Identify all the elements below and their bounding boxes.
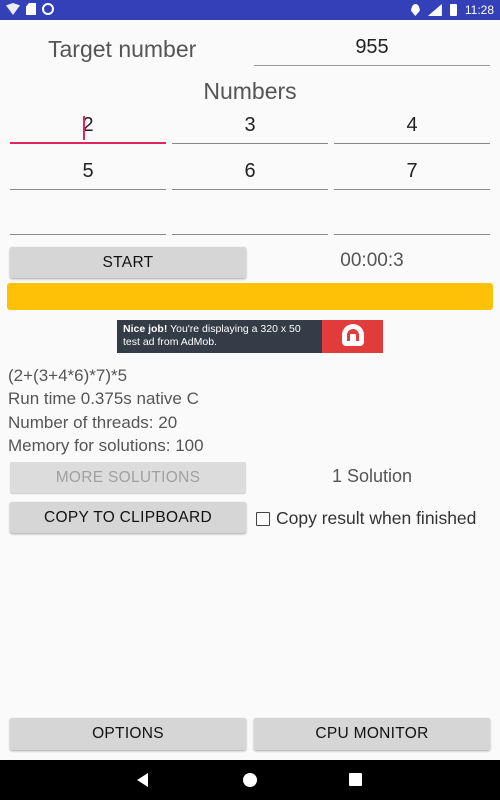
ad-text: Nice job! You're displaying a 320 x 50 t… <box>117 320 322 353</box>
navigation-bar <box>0 760 500 800</box>
sync-icon <box>42 3 54 15</box>
memory-text: Memory for solutions: 100 <box>8 436 204 455</box>
status-time: 11:28 <box>464 3 494 17</box>
number-field-8[interactable] <box>172 205 328 235</box>
number-field-3[interactable]: 4 <box>334 114 490 144</box>
solution-expression: (2+(3+4*6)*7)*5 <box>8 366 128 385</box>
number-field-4[interactable]: 5 <box>10 160 166 190</box>
checkbox-box[interactable] <box>256 511 270 526</box>
copy-when-finished-checkbox[interactable]: Copy result when finished <box>256 508 476 529</box>
status-bar: 11:28 <box>0 0 500 20</box>
number-field-5[interactable]: 6 <box>172 160 328 190</box>
battery-icon <box>449 4 457 16</box>
number-field-2[interactable]: 3 <box>172 114 328 144</box>
more-solutions-button[interactable]: MORE SOLUTIONS <box>10 462 246 493</box>
target-number-input[interactable]: 955 <box>254 36 490 66</box>
elapsed-timer: 00:00:3 <box>340 250 404 271</box>
location-icon <box>410 4 420 16</box>
lte-signal-icon <box>427 4 442 16</box>
recent-apps-icon[interactable] <box>349 773 362 786</box>
run-time-text: Run time 0.375s native C <box>8 389 199 408</box>
admob-logo-icon <box>322 320 383 353</box>
copy-to-clipboard-button[interactable]: COPY TO CLIPBOARD <box>10 502 246 533</box>
cpu-monitor-button[interactable]: CPU MONITOR <box>254 718 490 750</box>
threads-text: Number of threads: 20 <box>8 413 178 432</box>
progress-bar <box>7 283 493 310</box>
number-field-7[interactable] <box>10 205 166 235</box>
options-button[interactable]: OPTIONS <box>10 718 246 750</box>
ad-bold-text: Nice job! <box>123 323 168 335</box>
sim-icon <box>26 3 36 15</box>
start-button[interactable]: START <box>10 247 246 278</box>
text-cursor <box>83 116 85 140</box>
number-field-1[interactable]: 2 <box>10 114 166 144</box>
number-field-6[interactable]: 7 <box>334 160 490 190</box>
home-icon[interactable] <box>243 773 257 787</box>
target-number-label: Target number <box>48 36 197 62</box>
number-field-9[interactable] <box>334 205 490 235</box>
admob-test-ad-banner[interactable]: Nice job! You're displaying a 320 x 50 t… <box>117 320 383 353</box>
copy-when-finished-label: Copy result when finished <box>276 508 477 528</box>
solution-count: 1 Solution <box>331 466 413 486</box>
wifi-icon <box>6 3 20 15</box>
numbers-title: Numbers <box>203 78 297 104</box>
back-icon[interactable] <box>137 773 148 787</box>
